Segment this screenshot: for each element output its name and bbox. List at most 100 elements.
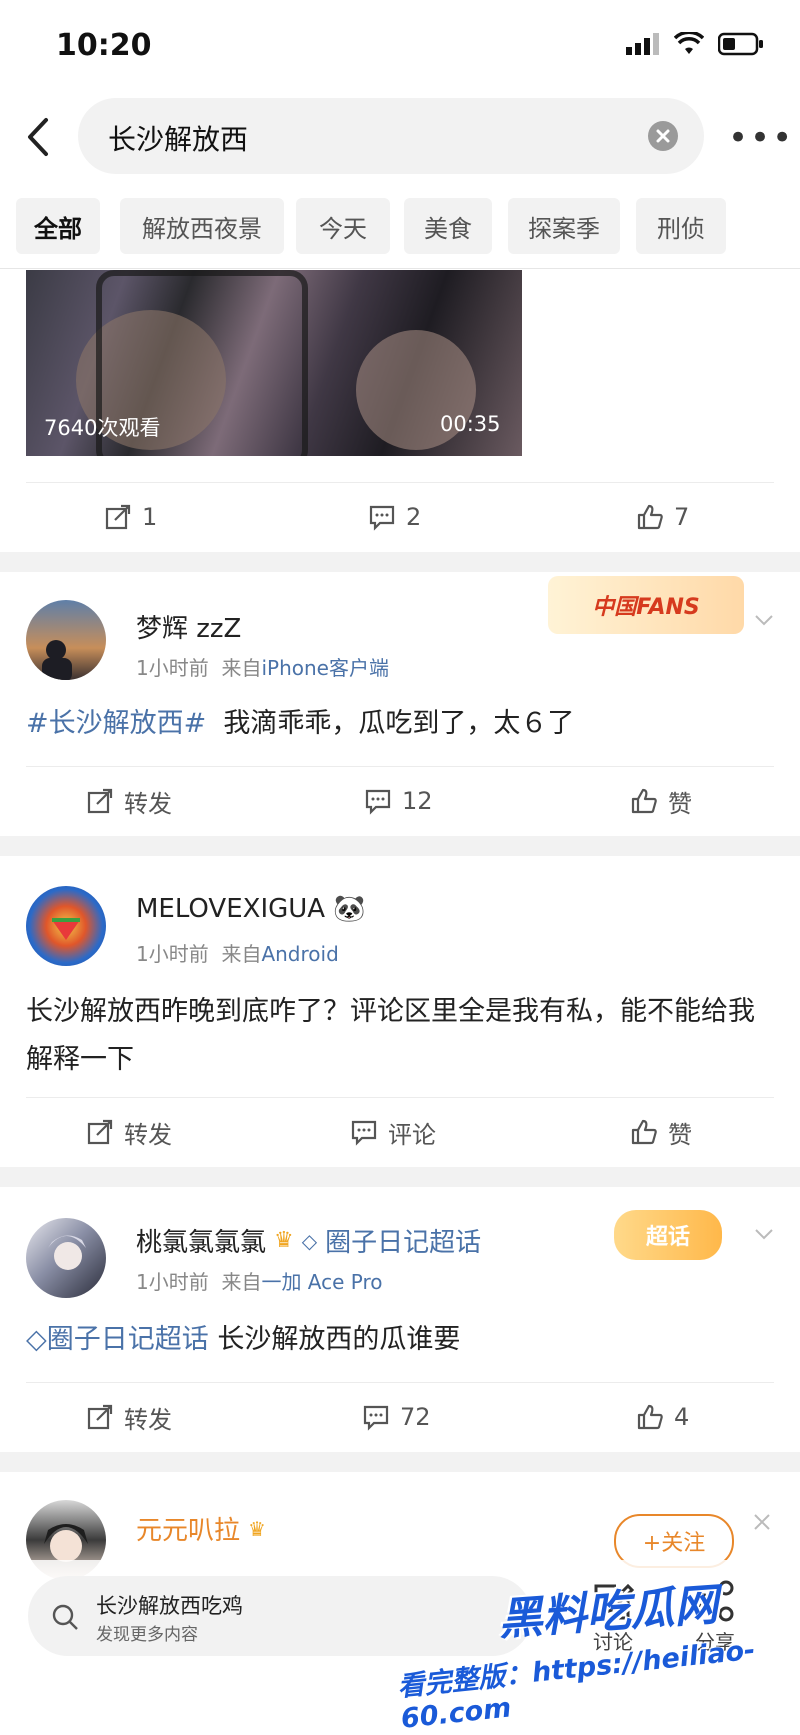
search-query[interactable]: 长沙解放西 [108, 118, 248, 158]
crown-icon: ♛ [274, 1228, 294, 1253]
post-gap [0, 1167, 800, 1187]
header-divider [0, 268, 800, 269]
crown-icon: ♛ [248, 1516, 266, 1541]
thumbs-up-icon [637, 504, 663, 530]
repost-button[interactable]: 转发 [86, 1097, 172, 1167]
post-source: iPhone客户端 [261, 656, 389, 680]
username[interactable]: MELOVEXIGUA 🐼 [136, 894, 366, 924]
thumbs-up-icon [637, 1404, 663, 1430]
post-actions: 转发 评论 赞 [0, 1097, 800, 1167]
panda-icon: 🐼 [333, 894, 366, 924]
avatar[interactable] [26, 600, 106, 680]
comment-icon [351, 1120, 377, 1146]
post-time: 1小时前 [136, 656, 209, 680]
follow-label: +关注 [642, 1531, 706, 1556]
username[interactable]: 梦辉 zzZ [136, 608, 241, 645]
like-button[interactable]: 7 [636, 482, 689, 552]
wifi-icon [674, 32, 704, 54]
thumbs-up-icon [631, 1119, 657, 1145]
repost-button[interactable]: 1 [104, 482, 157, 552]
supertopic-link[interactable]: 圈子日记超话 [325, 1222, 481, 1259]
comment-icon [365, 789, 391, 815]
supertopic-badge-label: 超话 [645, 1225, 690, 1250]
supertopic-badge: 超话 [614, 1210, 722, 1260]
username[interactable]: 元元叭拉 [136, 1510, 240, 1547]
post-source: 一加 Ace Pro [261, 1270, 383, 1294]
filter-chip[interactable]: 美食 [404, 198, 492, 254]
video-thumbnail[interactable]: 7640次观看 00:35 [26, 270, 522, 456]
post-gap [0, 836, 800, 856]
post-actions: 转发 72 4 [0, 1382, 800, 1452]
filter-chip[interactable]: 探案季 [508, 198, 620, 254]
repost-label: 转发 [124, 1405, 172, 1434]
filter-chip[interactable]: 刑侦 [636, 198, 726, 254]
repost-count: 1 [142, 503, 158, 531]
like-button[interactable]: 4 [636, 1382, 689, 1452]
repost-button[interactable]: 转发 [86, 1382, 172, 1452]
repost-label: 转发 [124, 789, 172, 818]
post-body: 长沙解放西的瓜谁要 [217, 1324, 461, 1355]
post-text: #长沙解放西# 我滴乖乖，瓜吃到了，太６了 [26, 700, 776, 748]
username-row: 元元叭拉 ♛ [136, 1510, 266, 1547]
repost-button[interactable]: 转发 [86, 766, 172, 836]
post-time: 1小时前 [136, 1270, 209, 1294]
post-time: 1小时前 [136, 942, 209, 966]
repost-icon [87, 1404, 113, 1430]
source-prefix: 来自 [221, 1270, 262, 1294]
username[interactable]: 桃氯氯氯氯 [136, 1222, 266, 1259]
comment-button[interactable]: 12 [364, 766, 433, 836]
comment-icon [369, 505, 395, 531]
avatar[interactable] [26, 1218, 106, 1298]
bottom-search-subtitle: 发现更多内容 [96, 1625, 198, 1645]
post-source: Android [261, 942, 339, 966]
repost-icon [105, 504, 131, 530]
battery-icon [718, 32, 763, 56]
repost-label: 转发 [124, 1120, 172, 1149]
fans-badge: 中国FANS [548, 576, 744, 634]
search-icon [52, 1604, 78, 1630]
video-view-count: 7640次观看 [44, 416, 161, 440]
chevron-down-icon[interactable] [752, 608, 776, 632]
topic-link[interactable]: 圈子日记超话 [47, 1324, 209, 1355]
comment-count: 72 [400, 1403, 431, 1431]
video-duration: 00:35 [440, 412, 501, 436]
filter-chip[interactable]: 解放西夜景 [120, 198, 284, 254]
topic-link[interactable]: #长沙解放西# [26, 708, 206, 739]
comment-button[interactable]: 72 [362, 1382, 431, 1452]
like-button[interactable]: 赞 [630, 766, 692, 836]
close-icon[interactable] [750, 1510, 774, 1534]
username-text: MELOVEXIGUA [136, 894, 326, 924]
status-time: 10:20 [56, 28, 152, 63]
more-options-icon[interactable]: ••• [728, 118, 794, 158]
avatar[interactable] [26, 886, 106, 966]
comment-button[interactable]: 评论 [350, 1097, 436, 1167]
post-body: 长沙解放西昨晚到底咋了？评论区里全是我有私，能不能给我解释一下 [26, 996, 755, 1075]
signal-icon [626, 33, 659, 55]
fans-badge-label: 中国FANS [592, 595, 700, 620]
thumbs-up-icon [631, 788, 657, 814]
repost-icon [87, 1119, 113, 1145]
post-actions: 转发 12 赞 [0, 766, 800, 836]
like-button[interactable]: 赞 [630, 1097, 692, 1167]
post-meta: 1小时前 来自一加 Ace Pro [136, 1266, 383, 1295]
post-gap [0, 1452, 800, 1472]
back-arrow-icon[interactable] [20, 112, 60, 162]
like-count: 4 [674, 1403, 690, 1431]
comment-button[interactable]: 2 [368, 482, 421, 552]
comment-icon [363, 1405, 389, 1431]
repost-icon [87, 788, 113, 814]
comment-count: 12 [402, 787, 433, 815]
supertopic-inline-icon: ◇ [26, 1324, 47, 1355]
filter-chip[interactable]: 今天 [296, 198, 390, 254]
source-prefix: 来自 [221, 942, 262, 966]
bottom-search-title: 长沙解放西吃鸡 [96, 1594, 243, 1618]
supertopic-icon: ◇ [301, 1228, 318, 1253]
source-prefix: 来自 [221, 656, 262, 680]
clear-search-icon[interactable] [648, 121, 678, 151]
chevron-down-icon[interactable] [752, 1222, 776, 1246]
filter-chip-all[interactable]: 全部 [16, 198, 100, 254]
post-meta: 1小时前 来自Android [136, 938, 339, 967]
post-meta: 1小时前 来自iPhone客户端 [136, 652, 389, 681]
like-label: 赞 [668, 1120, 692, 1149]
post-text: ◇圈子日记超话 长沙解放西的瓜谁要 [26, 1316, 776, 1364]
